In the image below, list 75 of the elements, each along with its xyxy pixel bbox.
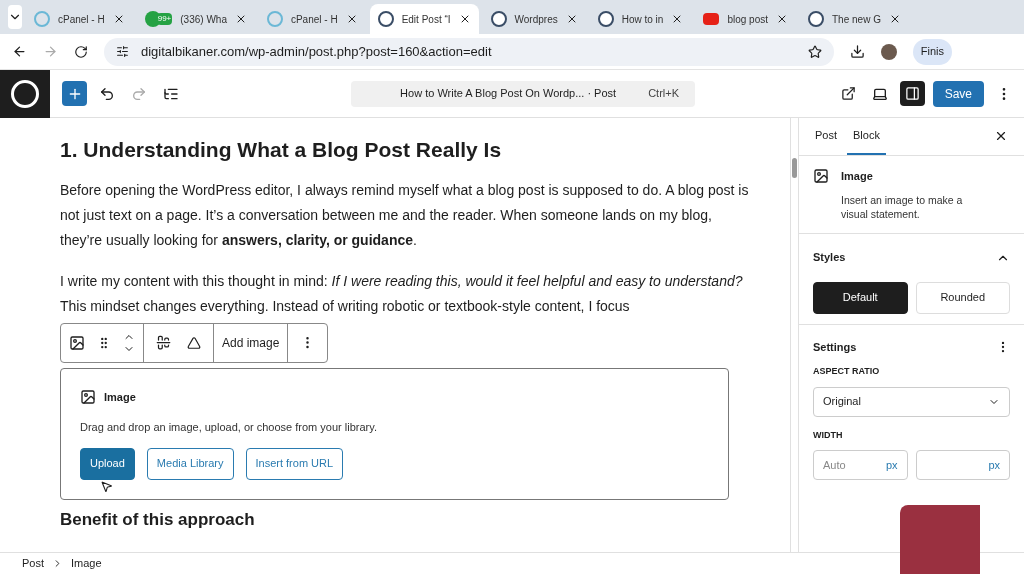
back-icon[interactable] — [12, 44, 27, 59]
browser-tab[interactable]: Wordpres — [482, 4, 586, 34]
command-palette-button[interactable]: How to Write A Blog Post On Wordp... · Post Ctrl+K — [351, 80, 695, 107]
close-icon[interactable] — [776, 13, 788, 25]
height-field[interactable]: px — [915, 450, 1010, 480]
width-field[interactable]: Auto px — [813, 450, 908, 480]
sidebar-tab[interactable]: Block — [847, 118, 886, 155]
block-card-description: Insert an image to make a visual statement. — [841, 192, 964, 221]
duotone-icon[interactable] — [187, 335, 201, 350]
style-option[interactable]: Rounded — [915, 281, 1010, 314]
browser-tab[interactable]: cPanel - H — [26, 4, 133, 34]
instructions-text: Drag and drop an image, upload, or choose from your library. — [80, 420, 378, 435]
tab-title: cPanel - H — [290, 12, 338, 27]
breadcrumb-link[interactable]: Post — [22, 555, 44, 572]
paragraph: Before opening the WordPress editor, I always remind myself what a blog post is supposed to do. A blog post is not just text on a page. It’s a conversation between me and the reader. When someone lands on my blog, they’re usually looking for answers, clarity, or guidance. — [60, 180, 750, 250]
add-block-button[interactable] — [62, 81, 87, 106]
panel-title: Settings — [813, 339, 857, 355]
browser-tab[interactable]: blog post — [695, 4, 796, 34]
reload-icon[interactable] — [74, 44, 88, 59]
placeholder-button[interactable]: Insert from URL — [245, 447, 344, 480]
placeholder-button[interactable]: Upload — [80, 447, 135, 480]
profile-button[interactable]: Finis — [912, 38, 952, 65]
tab-title: Wordpres — [514, 12, 558, 27]
address-field[interactable]: digitalbikaner.com/wp-admin/post.php?post=160&action=edit — [104, 37, 834, 66]
tab-title: How to in — [621, 12, 664, 27]
settings-toggle-button[interactable] — [899, 81, 925, 106]
play-favicon-icon — [703, 13, 720, 25]
tab-title: (336) Wha — [180, 12, 227, 27]
block-card-title: Image — [841, 169, 874, 184]
style-option[interactable]: Default — [813, 281, 908, 314]
section-heading: Benefit of this approach — [60, 509, 256, 530]
block-title: Image — [104, 389, 136, 405]
close-icon[interactable] — [994, 129, 1008, 143]
browser-tab[interactable]: Edit Post “I — [369, 4, 479, 34]
add-image-button[interactable]: Add image — [214, 323, 289, 362]
profile-avatar[interactable] — [880, 43, 897, 60]
tab-title: cPanel - H — [58, 12, 105, 27]
image-icon — [80, 388, 96, 405]
wordpress-favicon-icon — [597, 11, 614, 27]
field-label: WIDTH — [813, 428, 844, 442]
placeholder-button[interactable]: Media Library — [146, 447, 234, 480]
view-post-icon[interactable] — [840, 86, 856, 101]
download-icon[interactable] — [849, 44, 865, 59]
sidebar-panel-icon — [904, 86, 920, 101]
cpanel-favicon-icon — [34, 11, 50, 27]
wordpress-favicon-icon — [377, 11, 394, 27]
url-text: digitalbikaner.com/wp-admin/post.php?post=160&action=edit — [141, 42, 493, 61]
tab-title: blog post — [727, 12, 768, 27]
aspect-ratio-select[interactable]: Original — [813, 386, 1010, 417]
site-settings-icon[interactable] — [116, 45, 129, 58]
wordpress-logo[interactable] — [0, 69, 50, 118]
bookmark-icon[interactable] — [807, 44, 822, 59]
browser-tab[interactable]: How to in — [589, 4, 692, 34]
paragraph: I write my content with this thought in mind: If I were reading this, would it feel helpful and easy to understand? This mindset changes everything. Instead of writing robotic or textbook-style content, I focus — [60, 271, 744, 316]
browser-tab[interactable]: 99+ (336) Wha — [136, 4, 255, 34]
wordpress-favicon-icon — [490, 11, 507, 27]
tab-list-button[interactable] — [8, 5, 22, 29]
image-icon — [813, 168, 829, 184]
save-button[interactable]: Save — [932, 80, 984, 107]
cpanel-favicon-icon — [266, 11, 283, 27]
tab-title: Edit Post “I — [401, 12, 451, 27]
width-input[interactable]: Auto — [823, 456, 863, 474]
wordpress-favicon-icon — [808, 11, 824, 27]
content-heading: 1. Understanding What a Blog Post Really Is — [60, 137, 503, 163]
undo-icon[interactable] — [99, 85, 115, 102]
align-icon[interactable] — [156, 335, 171, 350]
field-label: ASPECT RATIO — [813, 365, 881, 378]
sidebar-tab[interactable]: Post — [809, 118, 843, 155]
image-icon[interactable] — [69, 334, 85, 351]
breadcrumb-link[interactable]: Image — [71, 555, 102, 572]
panel-title: Styles — [813, 250, 846, 266]
browser-tab[interactable]: cPanel - H — [258, 4, 366, 34]
tab-title: The new G — [832, 12, 881, 27]
mouse-cursor-icon — [100, 480, 113, 493]
browser-tab[interactable]: The new G — [800, 4, 909, 34]
